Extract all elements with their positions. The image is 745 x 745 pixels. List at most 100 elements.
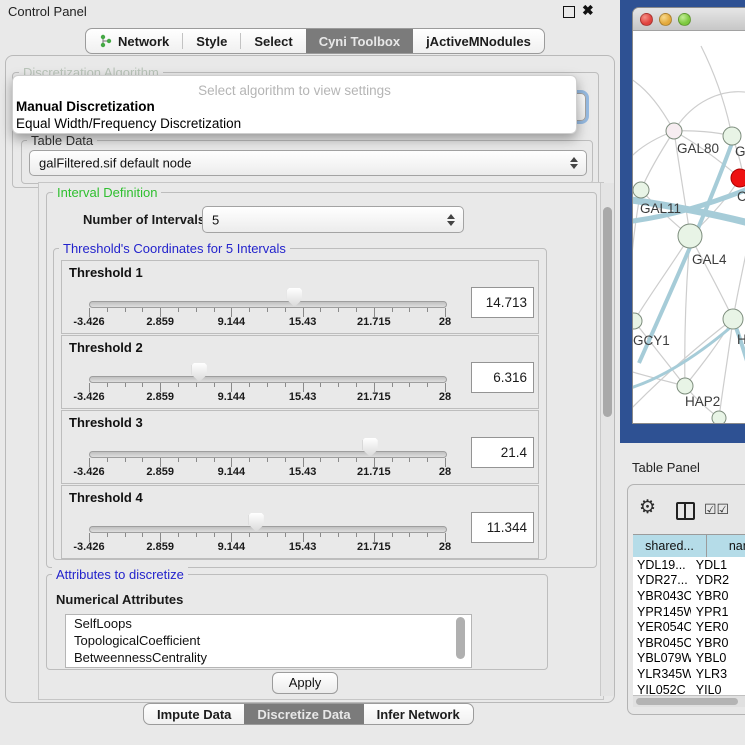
screen: Control Panel ✖ Network Style Select Cyn… (0, 0, 745, 745)
network-node[interactable] (666, 123, 682, 139)
control-panel-scrollbar[interactable] (600, 183, 614, 696)
apply-button[interactable]: Apply (272, 672, 338, 694)
cell-shared-name[interactable]: YPR145W (633, 605, 691, 619)
cell-name[interactable]: YBR0 (691, 589, 745, 603)
scrollbar-thumb[interactable] (603, 207, 612, 417)
threshold-value-field[interactable]: 14.713 (471, 287, 534, 318)
minimize-traffic-light[interactable] (659, 13, 672, 26)
cell-name[interactable]: YIL0 (691, 683, 745, 695)
network-window-titlebar[interactable] (633, 8, 745, 31)
column-header-name[interactable]: name (707, 535, 745, 557)
table-row[interactable]: YDR27...YDR2 (633, 573, 745, 589)
network-edge[interactable] (674, 92, 745, 131)
cell-shared-name[interactable]: YBR045C (633, 636, 691, 650)
table-row[interactable]: YIL052CYIL0 (633, 682, 745, 695)
cell-shared-name[interactable]: YER054C (633, 620, 691, 634)
network-node[interactable] (633, 313, 642, 329)
table-row[interactable]: YBR045CYBR0 (633, 635, 745, 651)
cell-name[interactable]: YDL1 (691, 558, 745, 572)
slider-track[interactable] (89, 451, 447, 458)
table-hscrollbar-thumb[interactable] (636, 698, 738, 705)
network-canvas[interactable]: GAL80GACGAL11GAL4GCY1HHAP2 (633, 31, 745, 423)
network-edge[interactable] (690, 236, 733, 319)
table-row[interactable]: YPR145WYPR1 (633, 604, 745, 620)
threshold-value-field[interactable]: 6.316 (471, 362, 534, 393)
cell-name[interactable]: YBL0 (691, 651, 745, 665)
table-data-combo[interactable]: galFiltered.sif default node (29, 150, 587, 176)
tab-jactivemnodules[interactable]: jActiveMNodules (413, 29, 544, 53)
dropdown-item-equal-width[interactable]: Equal Width/Frequency Discretization (16, 116, 241, 131)
network-node[interactable] (731, 169, 745, 187)
tick-mark (356, 458, 357, 462)
tick-mark (392, 308, 393, 312)
zoom-traffic-light[interactable] (678, 13, 691, 26)
close-icon[interactable]: ✖ (582, 2, 594, 19)
slider-track[interactable] (89, 526, 447, 533)
table-row[interactable]: YER054CYER0 (633, 619, 745, 635)
table-data-title: Table Data (27, 133, 97, 148)
tick-mark (356, 308, 357, 312)
list-scrollbar-thumb[interactable] (456, 617, 465, 659)
network-node[interactable] (633, 182, 649, 198)
tab-discretize-data[interactable]: Discretize Data (244, 704, 363, 724)
close-traffic-light[interactable] (640, 13, 653, 26)
network-edge[interactable] (733, 229, 745, 319)
cell-shared-name[interactable]: YIL052C (633, 683, 691, 695)
cell-name[interactable]: YPR1 (691, 605, 745, 619)
number-of-intervals-combo[interactable]: 5 (202, 206, 464, 233)
float-window-icon[interactable] (563, 6, 575, 18)
slider-track[interactable] (89, 376, 447, 383)
cell-name[interactable]: YLR3 (691, 667, 745, 681)
tab-style[interactable]: Style (183, 29, 240, 53)
numerical-attributes-list[interactable]: SelfLoopsTopologicalCoefficientBetweenne… (65, 614, 472, 668)
table-row[interactable]: YBL079WYBL0 (633, 651, 745, 667)
control-panel-titlebar: Control Panel ✖ (0, 0, 620, 22)
list-item[interactable]: BetweennessCentrality (66, 649, 471, 666)
column-header-shared-name[interactable]: shared... (633, 535, 707, 557)
slider-track[interactable] (89, 301, 447, 308)
network-edge[interactable] (701, 46, 732, 136)
network-edge[interactable] (633, 79, 674, 131)
checkbox-icons[interactable]: ☑☑ (704, 501, 729, 518)
cell-shared-name[interactable]: YBL079W (633, 651, 691, 665)
network-edge[interactable] (685, 319, 733, 386)
cell-name[interactable]: YBR0 (691, 636, 745, 650)
table-row[interactable]: YDL19...YDL1 (633, 557, 745, 573)
combo-arrows-icon (447, 214, 455, 226)
tick-label: 15.43 (289, 391, 317, 403)
list-item[interactable]: SelfLoops (66, 615, 471, 632)
tab-infer-network[interactable]: Infer Network (364, 704, 473, 724)
tab-select[interactable]: Select (241, 29, 305, 53)
table-hscrollbar[interactable] (633, 695, 745, 707)
tick-mark (249, 308, 250, 312)
list-item[interactable]: TopologicalCoefficient (66, 632, 471, 649)
tab-cyni-toolbox[interactable]: Cyni Toolbox (306, 29, 413, 53)
cell-shared-name[interactable]: YLR345W (633, 667, 691, 681)
network-edge[interactable] (733, 319, 745, 399)
tab-network[interactable]: Network (86, 29, 182, 53)
threshold-value-field[interactable]: 11.344 (471, 512, 534, 543)
cell-shared-name[interactable]: YDL19... (633, 558, 691, 572)
tick-mark (196, 308, 197, 312)
gear-icon[interactable]: ⚙ (639, 498, 656, 517)
cell-shared-name[interactable]: YBR043C (633, 589, 691, 603)
split-pane-icon[interactable] (676, 502, 695, 520)
threshold-panel-4: Threshold 4-3.4262.8599.14415.4321.71528… (61, 485, 539, 559)
tick-mark (125, 308, 126, 312)
threshold-label: Threshold 4 (69, 490, 143, 505)
table-row[interactable]: YLR345WYLR3 (633, 666, 745, 682)
threshold-value-field[interactable]: 21.4 (471, 437, 534, 468)
network-node[interactable] (678, 224, 702, 248)
table-row[interactable]: YBR043CYBR0 (633, 588, 745, 604)
cell-shared-name[interactable]: YDR27... (633, 573, 691, 587)
tab-impute-data[interactable]: Impute Data (144, 704, 244, 724)
cell-name[interactable]: YDR2 (691, 573, 745, 587)
network-node[interactable] (712, 411, 726, 423)
network-node[interactable] (723, 127, 741, 145)
network-view-frame: GAL80GACGAL11GAL4GCY1HHAP2 (620, 0, 745, 443)
network-node[interactable] (723, 309, 743, 329)
dropdown-item-manual[interactable]: Manual Discretization (16, 99, 155, 114)
network-edge[interactable] (641, 131, 674, 190)
network-node[interactable] (677, 378, 693, 394)
cell-name[interactable]: YER0 (691, 620, 745, 634)
